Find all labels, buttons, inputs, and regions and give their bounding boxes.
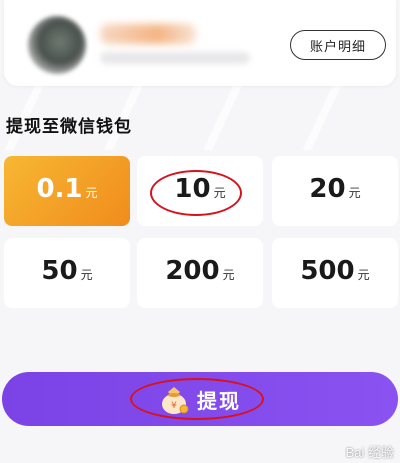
- section-title: 提现至微信钱包: [6, 117, 132, 137]
- amount-option-20[interactable]: 20 元: [272, 156, 398, 226]
- amount-option-500[interactable]: 500 元: [272, 238, 398, 308]
- amount-unit: 元: [348, 186, 361, 200]
- avatar: [28, 16, 86, 74]
- amount-unit: 元: [80, 268, 93, 282]
- amount-unit: 元: [357, 268, 370, 282]
- blurred-account-info: [100, 52, 250, 64]
- amount-unit: 元: [213, 186, 226, 200]
- amount-value: 0.1: [36, 174, 83, 204]
- amount-option-50[interactable]: 50 元: [4, 238, 130, 308]
- amount-unit: 元: [85, 186, 98, 200]
- watermark: Bai 经验: [345, 445, 394, 460]
- amount-value: 500: [300, 256, 355, 286]
- account-detail-button[interactable]: 账户明细: [290, 30, 386, 60]
- account-card: 账户明细: [4, 0, 396, 86]
- amount-option-0.1[interactable]: 0.1 元: [4, 156, 130, 226]
- amount-option-10[interactable]: 10 元: [137, 156, 263, 226]
- money-bag-icon: ¥: [159, 383, 189, 415]
- amount-value: 10: [174, 174, 211, 204]
- amount-value: 20: [309, 174, 346, 204]
- withdraw-label: 提现: [197, 388, 241, 413]
- amount-unit: 元: [222, 268, 235, 282]
- blurred-username: [100, 24, 196, 44]
- withdraw-button[interactable]: ¥ 提现: [2, 372, 398, 426]
- svg-text:¥: ¥: [171, 401, 177, 411]
- amount-value: 50: [41, 256, 78, 286]
- amount-value: 200: [165, 256, 220, 286]
- amount-option-200[interactable]: 200 元: [137, 238, 263, 308]
